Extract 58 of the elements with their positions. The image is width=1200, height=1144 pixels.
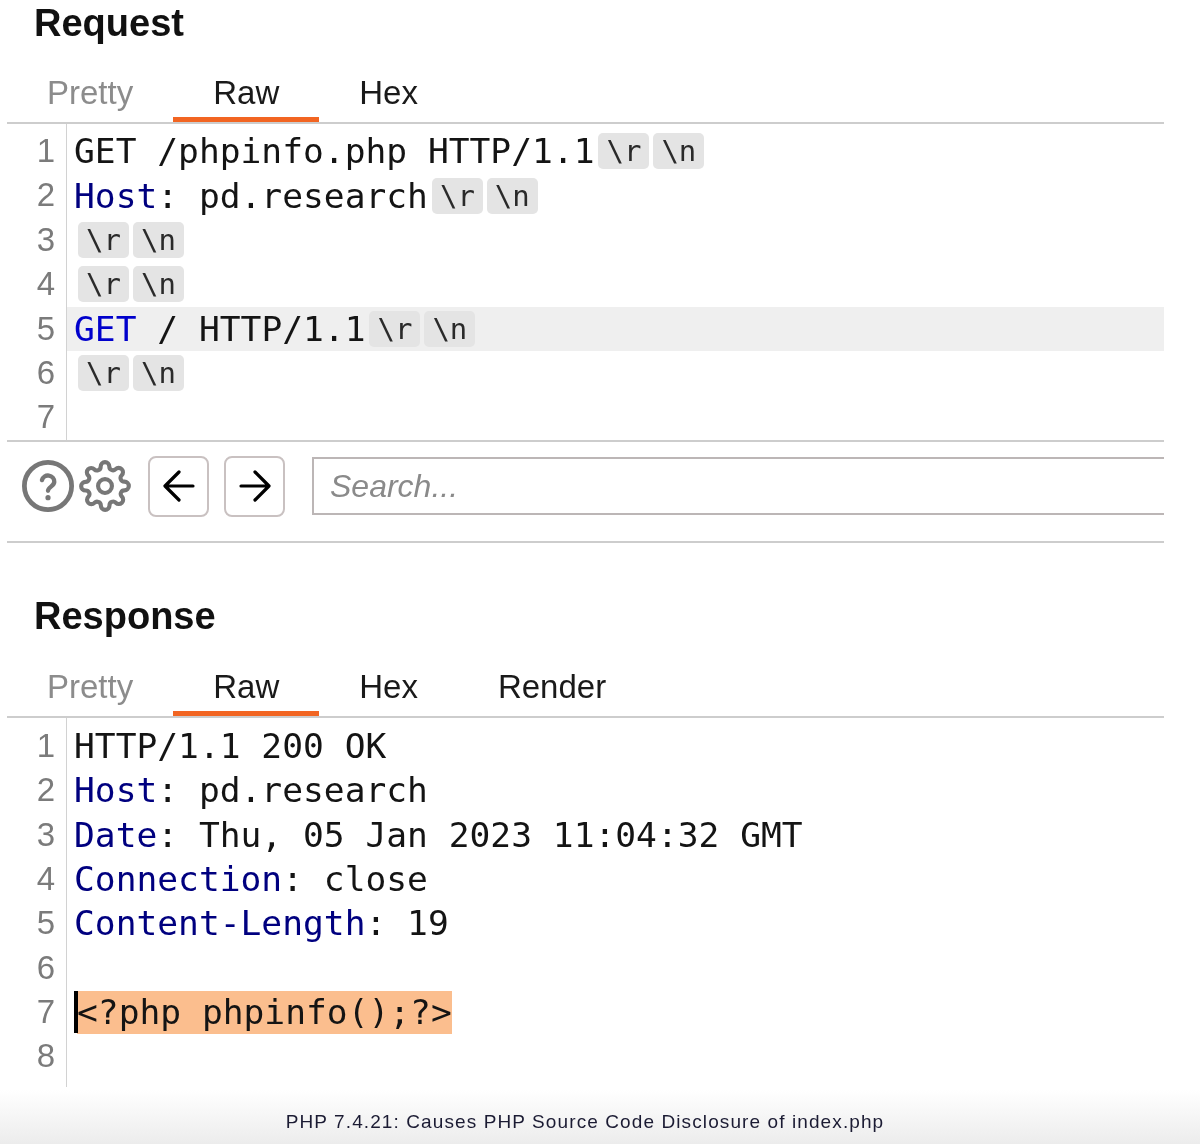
line-number: 4 xyxy=(35,264,56,305)
line-number: 1 xyxy=(35,725,56,766)
crlf-marker: \r xyxy=(78,221,129,258)
line-number: 8 xyxy=(35,1036,56,1077)
crlf-marker: \n xyxy=(132,266,184,303)
tab[interactable]: Raw xyxy=(173,60,320,122)
arrow-left-icon xyxy=(162,470,195,503)
crlf-marker: \n xyxy=(132,355,184,392)
crlf-marker: \r xyxy=(598,133,650,170)
line-number: 5 xyxy=(35,308,56,349)
previous-button[interactable] xyxy=(148,455,209,517)
code-text: / HTTP/1.1 xyxy=(156,308,366,349)
crlf-marker: \n xyxy=(424,310,476,347)
caption: PHP 7.4.21: Causes PHP Source Code Disclosure of index.php xyxy=(285,1110,885,1134)
tab[interactable]: Hex xyxy=(319,653,458,716)
code-text: : Thu, 05 Jan 2023 11:04:32 GMT xyxy=(157,814,803,855)
line-number: 1 xyxy=(35,131,56,171)
code-text: : 19 xyxy=(365,903,449,944)
line-number: 4 xyxy=(35,858,56,899)
panel-title: Response xyxy=(33,593,216,639)
crlf-marker: \n xyxy=(132,221,184,258)
code-text: GET /phpinfo.php HTTP/1.1 xyxy=(74,131,595,172)
line-number: 3 xyxy=(35,814,56,855)
search-field[interactable]: Search... xyxy=(312,457,1164,516)
line-number: 3 xyxy=(35,219,56,260)
line-number: 5 xyxy=(35,903,56,944)
crlf-marker: \r xyxy=(78,355,129,392)
header-name: Connection xyxy=(74,859,283,900)
line-number: 7 xyxy=(35,397,56,438)
line-number: 6 xyxy=(35,947,56,988)
panel-title: Request xyxy=(33,1,184,46)
code-text: : close xyxy=(282,859,428,900)
code-text: HTTP/1.1 200 OK xyxy=(74,725,387,766)
line-number: 6 xyxy=(35,352,56,393)
code-text: : pd.research xyxy=(157,770,428,811)
crlf-marker: \r xyxy=(431,177,483,214)
header-name: Host xyxy=(74,770,158,811)
crlf-marker: \n xyxy=(653,133,705,170)
header-name: Date xyxy=(74,814,158,855)
line-number: 2 xyxy=(35,770,56,811)
crlf-marker: \n xyxy=(486,177,538,214)
header-name: Host xyxy=(74,175,158,216)
crlf-marker: \r xyxy=(78,266,129,303)
tab[interactable]: Hex xyxy=(319,60,458,122)
tab[interactable]: Raw xyxy=(173,653,320,716)
help-icon[interactable] xyxy=(22,460,74,513)
line-number: 2 xyxy=(35,175,56,216)
header-name: Content-Length xyxy=(74,903,366,944)
http-method: GET xyxy=(74,308,137,349)
selected-text: <?php phpinfo();?> xyxy=(77,990,452,1034)
next-button[interactable] xyxy=(224,455,285,517)
text-cursor xyxy=(74,991,78,1034)
arrow-right-icon xyxy=(238,470,271,503)
line-number: 7 xyxy=(35,992,56,1033)
code-text: : pd.research xyxy=(157,175,428,216)
tab[interactable]: Render xyxy=(457,653,647,716)
settings-icon[interactable] xyxy=(79,460,131,513)
crlf-marker: \r xyxy=(369,310,421,347)
